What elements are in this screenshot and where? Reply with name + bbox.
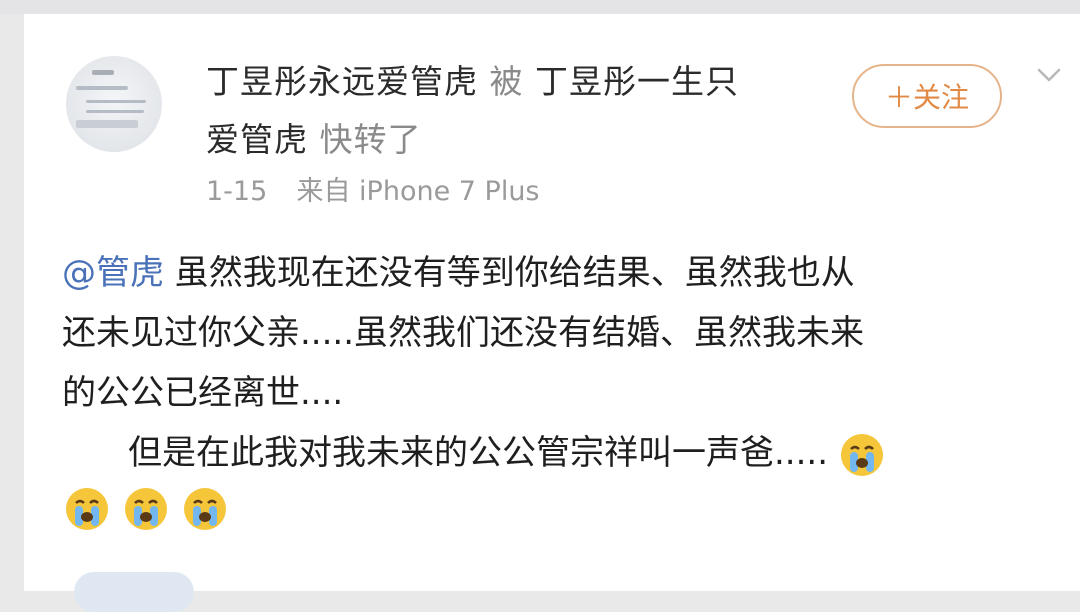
post-date: 1-15 xyxy=(206,176,268,207)
post-meta: 1-15 来自 iPhone 7 Plus xyxy=(206,172,540,212)
post-body-line-4: 但是在此我对我未来的公公管宗祥叫一声爸..... xyxy=(128,424,885,482)
header-line-1: 丁昱彤永远爱管虎 被 丁昱彤一生只 xyxy=(206,60,739,104)
crying-face-emoji-icon xyxy=(184,488,227,530)
avatar[interactable] xyxy=(66,56,162,152)
post-body-line-3: 的公公已经离世.... xyxy=(62,373,344,413)
top-strip xyxy=(0,0,1080,14)
follow-button[interactable]: ＋关注 xyxy=(852,64,1002,128)
emoji-row xyxy=(64,486,228,532)
body-text-1: 虽然我现在还没有等到你给结果、虽然我也从 xyxy=(164,253,855,293)
connector-text: 被 xyxy=(489,62,524,101)
next-item-avatar xyxy=(74,572,194,612)
retweeter-name-cont[interactable]: 爱管虎 xyxy=(206,120,308,159)
post-body-line-1: @管虎 虽然我现在还没有等到你给结果、虽然我也从 xyxy=(62,244,855,302)
crying-face-emoji-icon xyxy=(125,488,168,530)
post-source: 来自 iPhone 7 Plus xyxy=(296,176,540,207)
retweeter-name[interactable]: 丁昱彤一生只 xyxy=(535,62,739,101)
body-text-4: 但是在此我对我未来的公公管宗祥叫一声爸..... xyxy=(128,433,829,473)
header-line-2: 爱管虎 快转了 xyxy=(206,118,422,162)
action-text: 快转了 xyxy=(319,120,422,159)
post-body-line-2: 还未见过你父亲.....虽然我们还没有结婚、虽然我未来 xyxy=(62,313,865,353)
chevron-down-icon[interactable] xyxy=(1036,62,1062,88)
crying-face-emoji-icon xyxy=(66,488,108,530)
author-name[interactable]: 丁昱彤永远爱管虎 xyxy=(206,62,478,101)
crying-face-emoji-icon xyxy=(840,433,883,476)
mention-link[interactable]: @管虎 xyxy=(62,253,164,293)
